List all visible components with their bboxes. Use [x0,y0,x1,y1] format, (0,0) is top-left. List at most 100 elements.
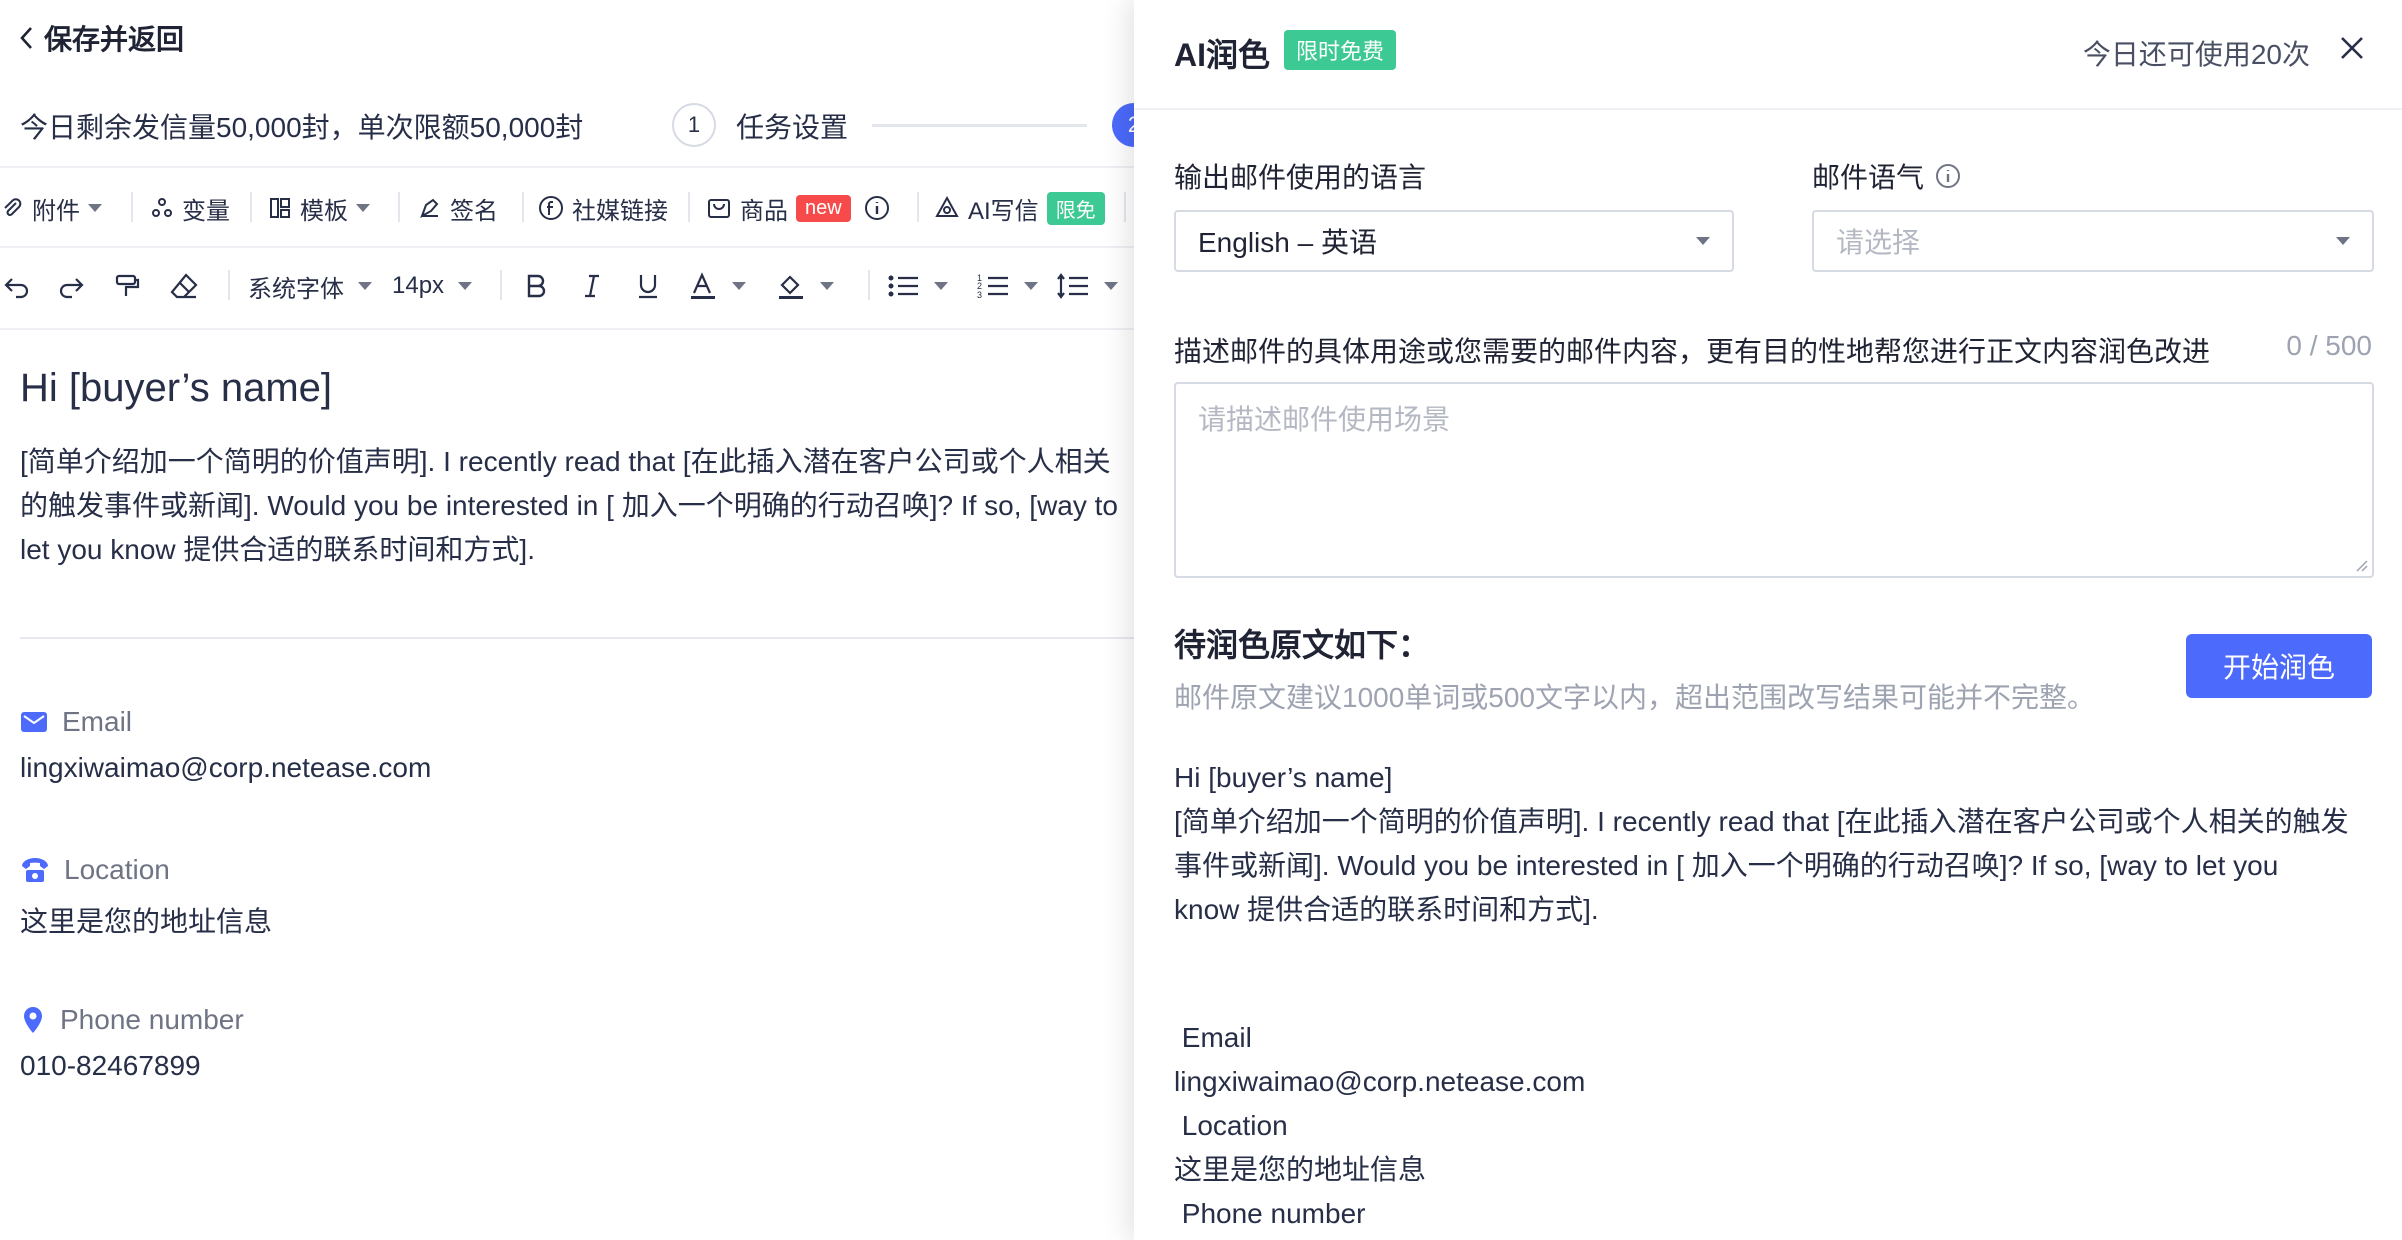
original-text-hint: 邮件原文建议1000单词或500文字以内，超出范围改写结果可能并不完整。 [1174,682,2096,713]
phone-icon [22,858,48,882]
attachment-label: 附件 [32,197,80,225]
line-height-button[interactable] [1056,264,1118,308]
format-painter-button[interactable] [112,264,142,308]
chevron-down-icon [2336,237,2350,245]
location-label-row: Location [20,854,170,886]
italic-button[interactable] [578,264,606,308]
bullet-list-button[interactable] [886,264,948,308]
font-family-select[interactable]: 系统字体 [248,264,372,308]
chevron-down-icon [820,282,834,290]
eraser-icon [170,273,198,299]
chevron-down-icon [358,282,372,290]
limited-free-badge: 限时免费 [1284,30,1397,70]
toolbar-separator [500,270,502,300]
toolbar-separator [250,192,252,222]
divider [0,166,1134,168]
variable-button[interactable]: 变量 [150,186,230,230]
product-button[interactable]: 商品 new [706,186,891,230]
start-polish-button[interactable]: 开始润色 [2186,634,2372,698]
email-body-line: [简单介绍加一个简明的价值声明]. I recently read that [… [20,446,1111,477]
phone-label-row: Phone number [20,1004,244,1036]
original-line: know 提供合适的联系时间和方式]. [1174,894,1599,925]
original-sig-line: Phone number [1174,1198,1366,1229]
signature-button[interactable]: 签名 [418,186,498,230]
font-color-button[interactable] [688,264,746,308]
product-label: 商品 [740,197,788,225]
toolbar-separator [522,192,524,222]
email-body-line: let you know 提供合适的联系时间和方式]. [20,534,535,565]
toolbar-separator [1124,192,1126,222]
original-line: [简单介绍加一个简明的价值声明]. I recently read that [… [1174,806,2349,837]
font-family-value: 系统字体 [248,275,344,303]
original-sig-line: lingxiwaimao@corp.netease.com [1174,1066,1586,1097]
email-value: lingxiwaimao@corp.netease.com [20,752,432,783]
social-links-button[interactable]: 社媒链接 [538,186,668,230]
envelope-icon [21,712,47,732]
step-2-number[interactable]: 2 [1112,103,1134,147]
original-line: Hi [buyer’s name] [1174,762,1393,793]
tone-placeholder: 请选择 [1836,227,1921,258]
underline-button[interactable] [634,264,662,308]
toolbar-separator [868,270,870,300]
svg-text:3: 3 [977,290,982,300]
char-counter: 0 / 500 [2286,330,2372,361]
undo-button[interactable] [2,264,32,308]
variable-label: 变量 [182,197,230,225]
numbered-list-button[interactable]: 123 [976,264,1038,308]
pen-icon [420,198,439,219]
paint-brush-icon [115,274,140,296]
ai-writing-label: AI写信 [968,197,1039,225]
tone-select[interactable]: 请选择 [1812,210,2374,272]
numbered-list-icon: 123 [977,273,1008,300]
info-icon[interactable] [1934,162,1962,190]
font-size-select[interactable]: 14px [392,264,473,308]
send-quota-text: 今日剩余发信量50,000封，单次限额50,000封 [20,112,584,143]
original-text-title: 待润色原文如下： [1174,627,1431,663]
email-body[interactable]: [简单介绍加一个简明的价值声明]. I recently read that [… [20,440,1134,572]
highlight-color-button[interactable] [776,264,834,308]
original-signature-preview: Email lingxiwaimao@corp.netease.com Loca… [1174,1016,1585,1236]
email-greeting[interactable]: Hi [buyer’s name] [20,366,332,411]
usage-remaining: 今日还可使用20次 [2082,39,2310,70]
step-1-number[interactable]: 1 [672,103,716,147]
close-icon[interactable] [2336,32,2368,64]
toolbar-separator [398,192,400,222]
description-placeholder: 请描述邮件使用场景 [1198,404,1451,435]
attachment-button[interactable]: 附件 [0,186,102,230]
email-editor: 保存并返回 今日剩余发信量50,000封，单次限额50,000封 1 任务设置 … [0,0,1134,1240]
facebook-icon [539,196,563,220]
free-badge: 限免 [1046,191,1105,225]
back-label: 保存并返回 [44,24,185,55]
chevron-down-icon [356,204,370,212]
original-text-preview: Hi [buyer’s name] [简单介绍加一个简明的价值声明]. I re… [1174,756,2374,932]
template-label: 模板 [300,197,348,225]
chevron-down-icon [88,204,102,212]
chevron-down-icon [934,282,948,290]
info-icon[interactable] [863,194,891,222]
underline-icon [639,275,657,299]
redo-icon [59,278,84,299]
bold-button[interactable] [522,264,550,308]
chevron-down-icon [1104,282,1118,290]
panel-title: AI润色 [1174,37,1271,73]
describe-label: 描述邮件的具体用途或您需要的邮件内容，更有目的性地帮您进行正文内容润色改进 [1174,336,2211,367]
variable-icon [152,198,172,217]
language-select[interactable]: English – 英语 [1174,210,1734,272]
resize-handle-icon[interactable] [2352,556,2368,572]
panel-divider [1134,108,2402,110]
line-height-icon [1057,273,1088,299]
original-sig-line: Email [1174,1022,1252,1053]
undo-icon [4,278,29,299]
font-color-icon [691,272,715,299]
clear-format-button[interactable] [168,264,200,308]
template-button[interactable]: 模板 [268,186,370,230]
description-textarea[interactable]: 请描述邮件使用场景 [1174,382,2374,578]
redo-button[interactable] [56,264,86,308]
phone-value: 010-82467899 [20,1050,201,1081]
step-1-label[interactable]: 任务设置 [736,106,848,146]
chevron-down-icon [732,282,746,290]
ai-writing-button[interactable]: AI写信 限免 [934,186,1105,230]
toolbar-separator [688,192,690,222]
back-button[interactable]: 保存并返回 [18,18,184,58]
phone-label: Phone number [60,1004,244,1035]
